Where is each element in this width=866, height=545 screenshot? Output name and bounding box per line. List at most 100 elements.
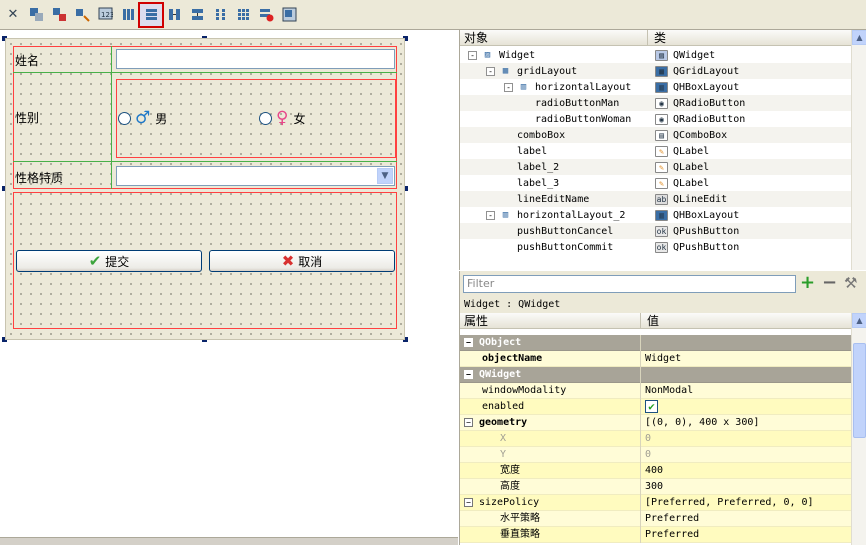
adjust-size-icon[interactable] <box>278 4 300 26</box>
property-row[interactable]: − sizePolicy [Preferred, Preferred, 0, 0] <box>460 495 852 511</box>
property-value[interactable]: Preferred <box>645 527 699 543</box>
object-tree-row[interactable]: label_2 ✎ QLabel <box>460 159 852 175</box>
property-row[interactable]: X0 <box>460 431 852 447</box>
property-value[interactable]: 0 <box>645 447 651 463</box>
object-class: QLabel <box>673 161 710 173</box>
property-name: objectName <box>460 351 641 367</box>
object-tree-row[interactable]: - ▥ horizontalLayout ▥ QHBoxLayout <box>460 79 852 95</box>
wrench-icon[interactable]: ⚒ <box>844 274 857 292</box>
property-row[interactable]: − QWidget <box>460 367 852 383</box>
splitter-vertical-icon[interactable] <box>186 4 208 26</box>
object-tree-row[interactable]: radioButtonWoman ◉ QRadioButton <box>460 111 852 127</box>
collapse-icon[interactable]: - <box>486 210 495 220</box>
property-value[interactable]: 0 <box>645 431 651 447</box>
layout-form-icon[interactable] <box>209 4 231 26</box>
object-tree-row[interactable]: lineEditName ab QLineEdit <box>460 191 852 207</box>
radio-female[interactable]: ♀ 女 <box>259 108 305 128</box>
property-value[interactable]: Widget <box>645 351 681 367</box>
property-row[interactable]: 高度 300 <box>460 479 852 495</box>
scroll-thumb[interactable] <box>853 343 866 438</box>
object-tree-row[interactable]: pushButtonCancel ok QPushButton <box>460 223 852 239</box>
property-value[interactable]: NonModal <box>645 383 693 399</box>
property-row[interactable]: windowModality NonModal <box>460 383 852 399</box>
object-class: QPushButton <box>673 241 740 253</box>
property-value[interactable]: [Preferred, Preferred, 0, 0] <box>645 495 814 511</box>
filter-input[interactable]: Filter <box>463 275 796 293</box>
object-class-cell: ▨ QWidget <box>655 49 715 61</box>
property-name: X <box>460 431 641 447</box>
edit-widgets-icon[interactable] <box>25 4 47 26</box>
property-value[interactable]: ✔ <box>645 399 658 415</box>
layout-grid-icon[interactable] <box>232 4 254 26</box>
qhboxlayout-icon: ▥ <box>655 209 668 221</box>
object-tree-row[interactable]: - ▥ horizontalLayout_2 ▥ QHBoxLayout <box>460 207 852 223</box>
horizontal-scrollbar[interactable] <box>0 537 458 545</box>
name-input[interactable] <box>116 49 395 69</box>
object-tree-row[interactable]: label ✎ QLabel <box>460 143 852 159</box>
object-tree-row[interactable]: pushButtonCommit ok QPushButton <box>460 239 852 255</box>
cancel-button[interactable]: ✖ 取消 <box>209 250 395 272</box>
object-tree-row[interactable]: - ▦ gridLayout ▦ QGridLayout <box>460 63 852 79</box>
property-row[interactable]: − QObject <box>460 335 852 351</box>
vertical-scrollbar[interactable]: ▲ <box>851 30 866 270</box>
radio-circle[interactable] <box>118 111 131 125</box>
scroll-up-icon[interactable]: ▲ <box>852 313 866 328</box>
property-value[interactable]: 300 <box>645 479 663 495</box>
object-tree-row[interactable]: comboBox ▤ QComboBox <box>460 127 852 143</box>
object-name-cell: - ▥ horizontalLayout <box>504 82 631 93</box>
collapse-icon[interactable]: - <box>468 50 477 60</box>
collapse-icon[interactable]: − <box>464 417 473 427</box>
property-row[interactable]: − geometry [(0, 0), 400 x 300] <box>460 415 852 431</box>
object-name: lineEditName <box>517 193 590 205</box>
property-value[interactable]: 400 <box>645 463 663 479</box>
collapse-icon[interactable]: - <box>486 66 495 76</box>
remove-icon[interactable]: − <box>822 274 837 292</box>
close-icon[interactable]: ✕ <box>2 4 24 26</box>
chevron-down-icon[interactable]: ▼ <box>377 168 393 184</box>
splitter-horizontal-icon[interactable] <box>163 4 185 26</box>
scroll-up-icon[interactable]: ▲ <box>852 30 866 45</box>
layout-horizontal-icon[interactable] <box>117 4 139 26</box>
column-property[interactable]: 属性 <box>460 313 641 328</box>
collapse-icon[interactable]: - <box>504 82 513 92</box>
property-row[interactable]: enabled ✔ <box>460 399 852 415</box>
property-row[interactable]: objectName Widget <box>460 351 852 367</box>
break-layout-icon[interactable] <box>255 4 277 26</box>
property-name: 高度 <box>460 479 641 495</box>
edit-buddies-icon[interactable] <box>71 4 93 26</box>
checkbox-checked-icon[interactable]: ✔ <box>645 400 658 413</box>
edit-tab-order-icon[interactable]: 123 <box>94 4 116 26</box>
object-tree-row[interactable]: label_3 ✎ QLabel <box>460 175 852 191</box>
edit-signals-icon[interactable] <box>48 4 70 26</box>
widget-form[interactable]: 姓名 性别 ♂ 男 ♀ 女 性格特质 ▼ ✔ 提交 ✖ 取消 <box>5 38 405 340</box>
qpushbutton-icon: ok <box>655 241 668 253</box>
collapse-icon[interactable]: − <box>464 337 473 347</box>
property-name: windowModality <box>460 383 641 399</box>
qhboxlayout-icon: ▥ <box>655 81 668 93</box>
property-row[interactable]: 宽度 400 <box>460 463 852 479</box>
radio-male[interactable]: ♂ 男 <box>118 108 167 128</box>
column-value[interactable]: 值 <box>641 313 659 329</box>
vertical-scrollbar[interactable]: ▲ <box>851 313 866 545</box>
object-name-cell: lineEditName <box>504 194 589 205</box>
column-class[interactable]: 类 <box>648 29 666 46</box>
object-tree-row[interactable]: - ▨ Widget ▨ QWidget <box>460 47 852 63</box>
qcombobox-icon: ▤ <box>655 129 668 141</box>
object-class: QRadioButton <box>673 97 746 109</box>
collapse-icon[interactable]: − <box>464 497 473 507</box>
property-name: 垂直策略 <box>460 527 641 543</box>
property-value[interactable]: [(0, 0), 400 x 300] <box>645 415 759 431</box>
trait-combobox[interactable]: ▼ <box>116 166 395 186</box>
property-row[interactable]: Y0 <box>460 447 852 463</box>
submit-button[interactable]: ✔ 提交 <box>16 250 202 272</box>
property-value[interactable]: Preferred <box>645 511 699 527</box>
property-row[interactable]: 垂直策略 Preferred <box>460 527 852 543</box>
property-row[interactable]: 水平策略 Preferred <box>460 511 852 527</box>
layout-vertical-icon[interactable] <box>138 1 164 28</box>
add-icon[interactable]: + <box>800 274 815 292</box>
collapse-icon[interactable]: − <box>464 369 473 379</box>
object-tree-row[interactable]: radioButtonMan ◉ QRadioButton <box>460 95 852 111</box>
column-object[interactable]: 对象 <box>460 30 648 45</box>
object-class-cell: ok QPushButton <box>655 225 739 237</box>
radio-circle[interactable] <box>259 111 272 125</box>
